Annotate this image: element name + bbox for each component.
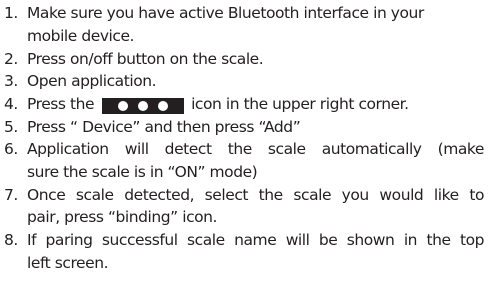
item-text-before-icon: Press the xyxy=(27,95,95,113)
three-dots-menu-icon xyxy=(101,98,184,114)
item-number: 2. xyxy=(4,49,18,68)
dot xyxy=(157,101,168,111)
item-text: Press on/off button on the scale. xyxy=(27,49,264,68)
item-text: Press the icon in the upper right corner… xyxy=(27,94,409,115)
item-number: 1. xyxy=(4,4,18,22)
item-number: 5. xyxy=(4,117,18,136)
item-text-after-icon: icon in the upper right corner. xyxy=(191,95,409,113)
item-text: Make sure you have active Bluetooth inte… xyxy=(27,4,424,22)
item-number: 7. xyxy=(4,185,18,204)
item-text: If paring successful scale name will be … xyxy=(27,231,484,250)
item-number: 8. xyxy=(4,231,18,250)
dot xyxy=(137,101,148,111)
item-text: sure the scale is in “ON” mode) xyxy=(27,163,258,182)
item-text: Once scale detected, select the scale yo… xyxy=(27,185,484,204)
item-text: left screen. xyxy=(27,253,109,272)
item-number: 6. xyxy=(4,140,18,159)
item-text: Open application. xyxy=(27,72,157,91)
item-text: pair, press “binding” icon. xyxy=(27,208,218,227)
item-number: 4. xyxy=(4,95,18,113)
dot xyxy=(117,101,128,111)
instruction-list: 1. Make sure you have active Bluetooth i… xyxy=(0,0,488,284)
item-text: Press “ Device” and then press “Add” xyxy=(27,117,301,136)
item-number: 3. xyxy=(4,72,18,91)
item-text: Application will detect the scale automa… xyxy=(27,140,484,159)
item-text: mobile device. xyxy=(27,26,135,45)
